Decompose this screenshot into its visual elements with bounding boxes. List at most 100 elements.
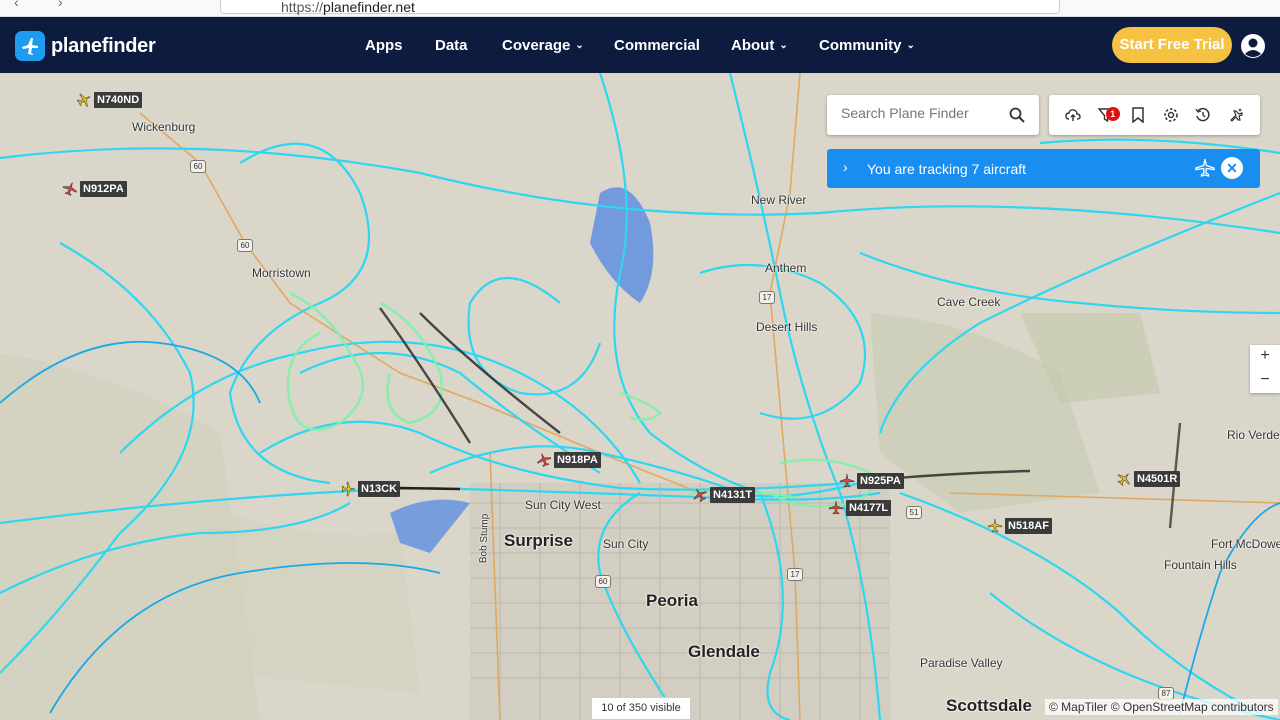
user-account-icon[interactable] xyxy=(1240,33,1266,59)
aircraft-marker[interactable]: N4177L xyxy=(828,500,892,516)
aircraft-marker[interactable]: N912PA xyxy=(62,181,127,197)
forward-icon[interactable]: › xyxy=(58,0,63,10)
plane-logo-icon xyxy=(15,31,45,61)
visible-aircraft-count: 10 of 350 visible xyxy=(591,697,691,720)
tracking-banner[interactable]: › You are tracking 7 aircraft ✕ xyxy=(827,149,1260,188)
aircraft-callsign: N518AF xyxy=(1005,518,1052,534)
search-box xyxy=(827,95,1039,135)
close-tracking-button[interactable]: ✕ xyxy=(1221,157,1243,179)
chevron-down-icon: ⌄ xyxy=(779,40,788,51)
airplane-icon xyxy=(341,481,356,497)
nav-commercial[interactable]: Commercial xyxy=(614,37,700,54)
place-label: New River xyxy=(751,193,807,207)
aircraft-marker[interactable]: N4131T xyxy=(692,487,756,503)
aircraft-callsign: N4131T xyxy=(710,487,756,503)
nav-about-label: About xyxy=(731,37,775,54)
nav-data[interactable]: Data xyxy=(435,37,468,54)
aircraft-callsign: N13CK xyxy=(358,481,401,497)
history-icon xyxy=(1195,107,1210,122)
aircraft-callsign: N925PA xyxy=(857,473,904,489)
place-label: Anthem xyxy=(765,261,807,275)
airplane-icon xyxy=(1117,473,1130,486)
place-label: Peoria xyxy=(646,591,698,610)
aircraft-marker[interactable]: N518AF xyxy=(987,518,1052,534)
new-features-button[interactable] xyxy=(1226,105,1246,125)
start-free-trial-button[interactable]: Start Free Trial xyxy=(1112,27,1232,63)
filter-button[interactable]: 1 xyxy=(1096,105,1120,125)
aircraft-marker[interactable]: N918PA xyxy=(536,452,601,468)
aircraft-marker[interactable]: N4501R xyxy=(1116,471,1181,487)
place-label: Wickenburg xyxy=(132,120,196,134)
aircraft-marker[interactable]: N13CK xyxy=(340,481,401,497)
airplane-icon xyxy=(76,93,91,107)
zoom-out-button[interactable]: − xyxy=(1250,369,1280,393)
nav-about[interactable]: About ⌄ xyxy=(731,37,788,54)
browser-toolbar: ‹ › https://planefinder.net xyxy=(0,0,1280,17)
address-bar[interactable]: https://planefinder.net xyxy=(220,0,1060,15)
flight-map[interactable]: Wickenburg New River Anthem Cave Creek D… xyxy=(0,73,1280,720)
airplane-icon xyxy=(839,473,855,488)
place-label: Cave Creek xyxy=(937,295,1001,309)
nav-coverage-label: Coverage xyxy=(502,37,571,54)
settings-button[interactable] xyxy=(1161,105,1181,125)
aircraft-callsign: N4501R xyxy=(1134,471,1181,487)
place-label: Morristown xyxy=(252,266,311,280)
place-label: Desert Hills xyxy=(756,320,818,334)
airplane-icon xyxy=(987,518,1003,533)
airplane-icon xyxy=(828,500,844,515)
playback-button[interactable] xyxy=(1193,105,1213,125)
aircraft-callsign: N4177L xyxy=(846,500,892,516)
aircraft-marker[interactable]: N740ND xyxy=(76,92,143,108)
zoom-in-button[interactable]: + xyxy=(1250,345,1280,369)
route-shield: 60 xyxy=(595,575,611,588)
planefinder-logo[interactable]: planefinder xyxy=(15,31,156,61)
logo-text: planefinder xyxy=(51,34,156,57)
place-label: Fort McDowell xyxy=(1211,537,1280,551)
nav-community[interactable]: Community ⌄ xyxy=(819,37,915,54)
bookmark-icon xyxy=(1132,107,1144,123)
back-icon[interactable]: ‹ xyxy=(14,0,19,10)
airplane-icon xyxy=(537,453,552,468)
top-navigation: planefinder Apps Data Coverage ⌄ Commerci… xyxy=(0,17,1280,73)
place-label: Paradise Valley xyxy=(920,656,1003,670)
url-host: planefinder.net xyxy=(323,0,415,15)
zoom-control: + − xyxy=(1250,345,1280,393)
sparkle-plane-icon xyxy=(1229,108,1243,122)
search-input[interactable] xyxy=(841,105,1001,121)
place-label: Sun City West xyxy=(525,498,601,512)
map-toolbar: 1 xyxy=(1049,95,1260,135)
map-attribution[interactable]: © MapTiler © OpenStreetMap contributors xyxy=(1045,699,1278,715)
place-label: Rio Verde xyxy=(1227,428,1280,442)
url-prefix: https:// xyxy=(281,0,324,15)
nav-apps[interactable]: Apps xyxy=(365,37,403,54)
filter-count-badge: 1 xyxy=(1105,107,1120,121)
airplane-icon xyxy=(693,488,707,503)
chevron-down-icon: ⌄ xyxy=(575,40,584,51)
place-label: Fountain Hills xyxy=(1164,558,1237,572)
aircraft-callsign: N912PA xyxy=(80,181,127,197)
aircraft-marker[interactable]: N925PA xyxy=(839,473,904,489)
tracking-text: You are tracking 7 aircraft xyxy=(867,161,1027,177)
route-shield: 60 xyxy=(190,160,206,173)
airplane-outline-icon[interactable] xyxy=(1195,158,1215,178)
place-label: Sun City xyxy=(603,537,649,551)
weather-button[interactable] xyxy=(1063,105,1083,125)
chevron-down-icon: ⌄ xyxy=(906,40,915,51)
search-icon[interactable] xyxy=(1009,107,1025,123)
gear-icon xyxy=(1163,108,1178,122)
route-shield: 17 xyxy=(787,568,803,581)
aircraft-callsign: N740ND xyxy=(94,92,143,108)
nav-apps-label: Apps xyxy=(365,37,403,54)
place-label: Glendale xyxy=(688,642,760,661)
nav-coverage[interactable]: Coverage ⌄ xyxy=(502,37,584,54)
place-label: Bob Stump xyxy=(478,513,491,564)
nav-community-label: Community xyxy=(819,37,902,54)
route-shield: 17 xyxy=(759,291,775,304)
cloud-upload-icon xyxy=(1065,109,1081,121)
aircraft-callsign: N918PA xyxy=(554,452,601,468)
place-label: Scottsdale xyxy=(946,696,1032,715)
chevron-right-icon[interactable]: › xyxy=(843,159,848,175)
bookmarks-button[interactable] xyxy=(1128,105,1148,125)
airplane-icon xyxy=(62,182,77,197)
nav-data-label: Data xyxy=(435,37,468,54)
